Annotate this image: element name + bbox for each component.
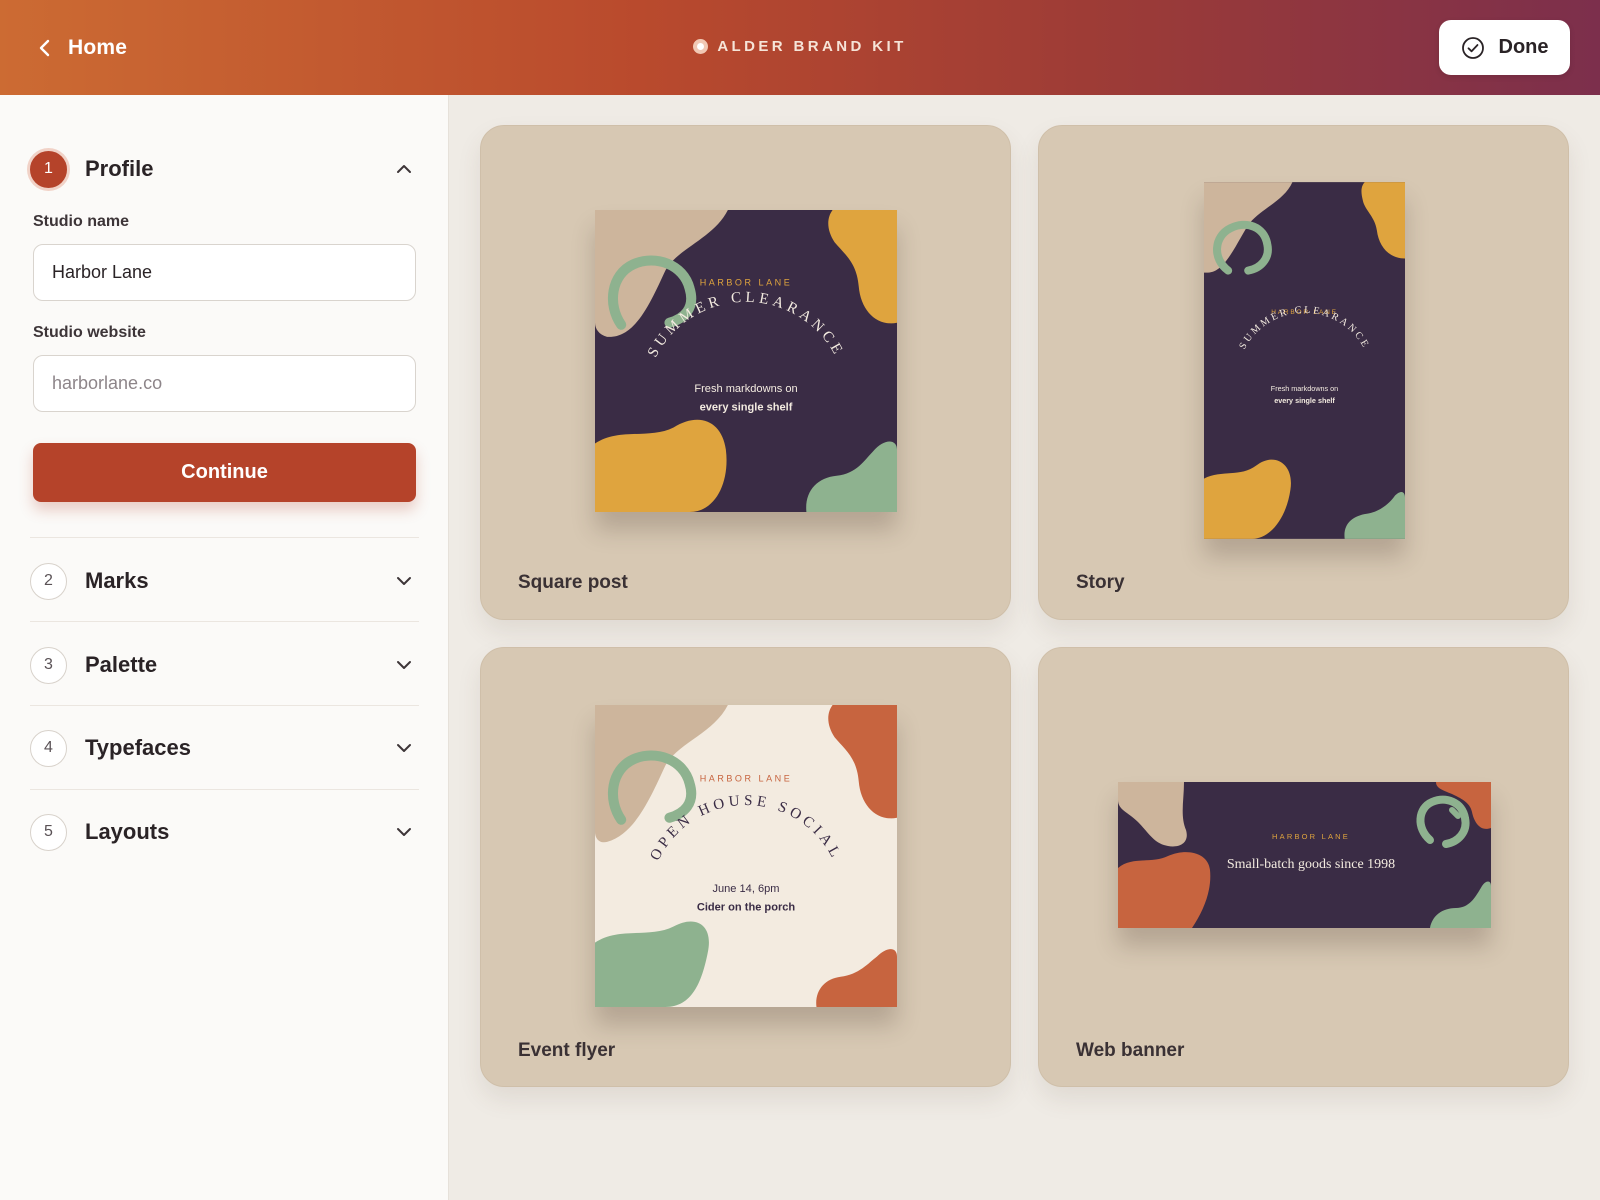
studio-website-label: Studio website (33, 324, 146, 341)
step-label: Layouts (85, 819, 170, 844)
brand-name: HARBOR LANE (700, 774, 793, 784)
step-number: 5 (30, 813, 67, 851)
step-number: 3 (30, 646, 67, 684)
step-profile-header[interactable]: 1 Profile (30, 149, 419, 189)
continue-button[interactable]: Continue (33, 443, 416, 502)
done-label: Done (1498, 36, 1549, 58)
brand-name: HARBOR LANE (1272, 832, 1350, 841)
top-bar: Home ALDER BRAND KIT Done (0, 0, 1600, 95)
chevron-down-icon (397, 661, 411, 669)
check-circle-icon (1461, 36, 1484, 59)
brand-dot-icon (693, 39, 709, 54)
card-label: Web banner (1076, 1040, 1185, 1061)
preview-card-square-post[interactable]: HARBOR LANE SUMMER CLEARANCE Fresh markd… (480, 125, 1011, 620)
step-label: Marks (85, 568, 149, 593)
body-line-2: every single shelf (700, 401, 793, 413)
step-number: 1 (30, 150, 67, 188)
divider (30, 789, 419, 790)
chevron-down-icon (397, 577, 411, 585)
app-title: ALDER BRAND KIT (0, 38, 1600, 55)
chevron-up-icon (397, 165, 411, 173)
event-date: June 14, 6pm (712, 883, 779, 895)
step-label: Profile (85, 156, 154, 181)
step-layouts-header[interactable]: 5 Layouts (30, 812, 419, 852)
preview-card-web-banner[interactable]: HARBOR LANE Small-batch goods since 1998… (1038, 647, 1569, 1087)
story-artwork: HARBOR LANE SUMMER CLEARANCE Fresh markd… (1204, 182, 1405, 539)
brand-name: HARBOR LANE (700, 278, 793, 288)
done-button[interactable]: Done (1439, 20, 1570, 75)
event-detail: Cider on the porch (697, 901, 796, 913)
square-post-artwork: HARBOR LANE SUMMER CLEARANCE Fresh markd… (595, 210, 897, 512)
card-label: Story (1076, 572, 1125, 593)
preview-card-event-flyer[interactable]: HARBOR LANE OPEN HOUSE SOCIAL June 14, 6… (480, 647, 1011, 1087)
chevron-down-icon (397, 744, 411, 752)
divider (30, 705, 419, 706)
step-number: 4 (30, 729, 67, 767)
step-typefaces-header[interactable]: 4 Typefaces (30, 728, 419, 768)
step-label: Typefaces (85, 735, 191, 760)
step-marks-header[interactable]: 2 Marks (30, 561, 419, 601)
card-label: Square post (518, 572, 628, 593)
step-number: 2 (30, 562, 67, 600)
body-line-2: every single shelf (1274, 396, 1335, 405)
banner-tagline: Small-batch goods since 1998 (1227, 857, 1395, 872)
event-flyer-artwork: HARBOR LANE OPEN HOUSE SOCIAL June 14, 6… (595, 705, 897, 1007)
studio-website-input[interactable] (33, 355, 416, 412)
divider (30, 621, 419, 622)
sidebar: 1 Profile Studio name Studio website Con… (0, 95, 449, 1200)
body-line-1: Fresh markdowns on (694, 383, 797, 395)
divider (30, 537, 419, 538)
web-banner-artwork: HARBOR LANE Small-batch goods since 1998 (1118, 782, 1491, 928)
studio-name-input[interactable] (33, 244, 416, 301)
app-title-text: ALDER BRAND KIT (717, 38, 907, 55)
card-label: Event flyer (518, 1040, 616, 1061)
body-line-1: Fresh markdowns on (1271, 384, 1338, 393)
step-palette-header[interactable]: 3 Palette (30, 645, 419, 685)
step-label: Palette (85, 652, 158, 677)
preview-card-story[interactable]: HARBOR LANE SUMMER CLEARANCE Fresh markd… (1038, 125, 1569, 620)
studio-name-label: Studio name (33, 213, 130, 230)
chevron-down-icon (397, 828, 411, 836)
